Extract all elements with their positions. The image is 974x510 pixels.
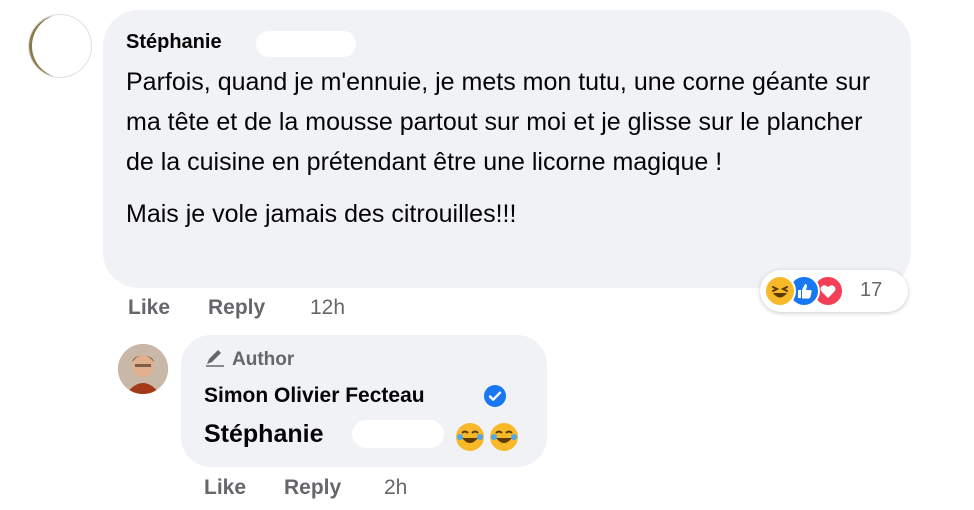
redacted-surname [256, 31, 356, 57]
comment-paragraph-1: Parfois, quand je m'ennuie, je mets mon … [126, 68, 871, 176]
pen-icon [206, 350, 224, 367]
commenter-avatar[interactable] [28, 14, 92, 78]
reply-button[interactable]: Reply [208, 296, 265, 320]
reaction-count: 17 [860, 279, 883, 301]
comment-text: Parfois, quand je m'ennuie, je mets mon … [126, 62, 886, 234]
reactions-summary[interactable]: 17 [760, 270, 908, 312]
comment-author-name[interactable]: Stéphanie [126, 31, 222, 54]
like-button[interactable]: Like [128, 296, 170, 320]
reply-author-name[interactable]: Simon Olivier Fecteau [204, 384, 425, 408]
reply-like-button[interactable]: Like [204, 476, 246, 500]
reply-timestamp[interactable]: 2h [384, 476, 407, 500]
author-badge: Author [204, 349, 294, 371]
reply-author-avatar[interactable] [118, 344, 168, 394]
comment-paragraph-2: Mais je vole jamais des citrouilles!!! [126, 200, 517, 228]
reply-reply-button[interactable]: Reply [284, 476, 341, 500]
tears-of-joy-icon [490, 423, 518, 451]
tears-of-joy-icon [456, 423, 484, 451]
mention-link[interactable]: Stéphanie [204, 420, 323, 449]
author-badge-label: Author [232, 349, 295, 370]
comment-timestamp[interactable]: 12h [310, 296, 345, 320]
haha-icon [764, 275, 796, 307]
redacted-surname [352, 420, 444, 448]
verified-badge-icon [484, 385, 506, 407]
